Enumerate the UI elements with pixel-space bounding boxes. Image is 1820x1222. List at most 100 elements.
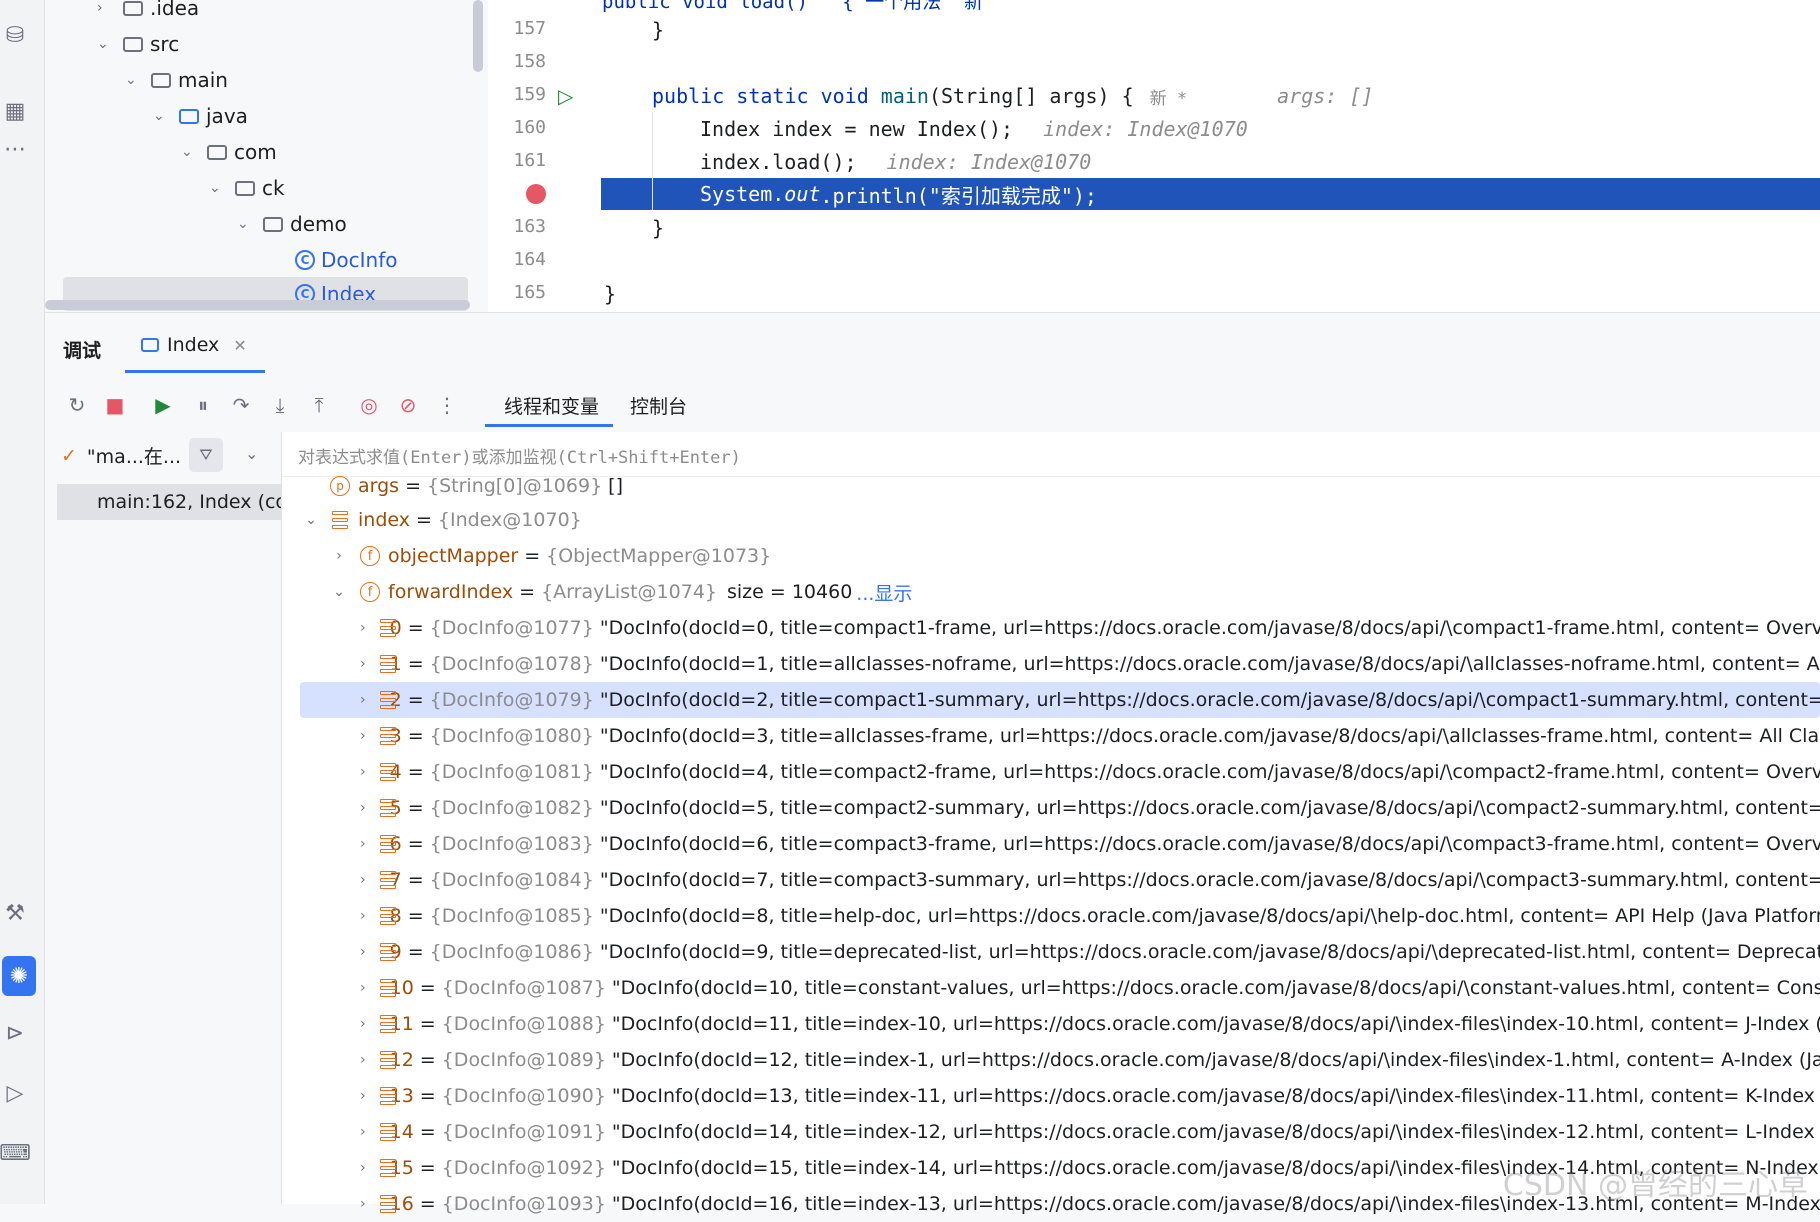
session-tab-underline [125, 370, 265, 373]
item-ref: {DocInfo@1089} [441, 1049, 606, 1071]
item-ref: {DocInfo@1086} [429, 941, 594, 963]
build-icon[interactable]: ⚒ [0, 898, 30, 928]
filter-icon[interactable]: ⛛ [189, 438, 223, 472]
list-item[interactable]: › 4 = {DocInfo@1081} "DocInfo(docId=4, title… [282, 754, 1820, 790]
tab-threads-variables[interactable]: 线程和变量 [504, 392, 599, 419]
list-item[interactable]: › 5 = {DocInfo@1082} "DocInfo(docId=5, title… [282, 790, 1820, 826]
show-link[interactable]: ...显示 [856, 579, 912, 606]
code-line-157: } [652, 18, 665, 42]
list-item[interactable]: › 9 = {DocInfo@1086} "DocInfo(docId=9, title… [282, 934, 1820, 970]
chevron-right-icon[interactable]: › [360, 980, 366, 996]
tree-item-com[interactable]: ⌄ com [181, 137, 277, 167]
debug-title: 调试 [63, 340, 102, 362]
item-ref: {DocInfo@1080} [429, 725, 594, 747]
step-over-icon[interactable]: ↷ [228, 392, 254, 418]
chevron-right-icon[interactable]: › [360, 656, 366, 672]
run-icon[interactable]: ▷ [0, 1078, 30, 1108]
tree-item-java[interactable]: ⌄ java [153, 101, 248, 131]
list-item[interactable]: › 12 = {DocInfo@1089} "DocInfo(docId=12, tit… [282, 1042, 1820, 1078]
step-out-icon[interactable]: ⤒ [306, 392, 332, 418]
tree-item-ck[interactable]: ⌄ ck [209, 173, 285, 203]
chevron-right-icon[interactable]: › [360, 1016, 366, 1032]
var-index[interactable]: ⌄ index = {Index@1070} [282, 502, 1820, 538]
chevron-down-icon: ⌄ [209, 180, 221, 196]
chevron-right-icon: › [97, 0, 103, 16]
item-ref: {DocInfo@1084} [429, 869, 594, 891]
chevron-right-icon[interactable]: › [360, 764, 366, 780]
thread-selector[interactable]: ✓ "ma...在... [61, 442, 181, 469]
list-item[interactable]: › 2 = {DocInfo@1079} "DocInfo(docId=2, title… [300, 682, 1820, 718]
var-forwardindex[interactable]: ⌄ f forwardIndex = {ArrayList@1074} size… [282, 574, 1820, 610]
more-icon[interactable]: ⋯ [0, 134, 30, 164]
list-item[interactable]: › 6 = {DocInfo@1083} "DocInfo(docId=6, title… [282, 826, 1820, 862]
item-ref: {DocInfo@1088} [441, 1013, 606, 1035]
chevron-right-icon[interactable]: › [360, 1088, 366, 1104]
chevron-right-icon[interactable]: › [360, 692, 366, 708]
chevron-down-icon[interactable]: ⌄ [332, 584, 346, 600]
tree-item-main[interactable]: ⌄ main [125, 65, 228, 95]
object-icon [332, 510, 348, 530]
list-item[interactable]: › 1 = {DocInfo@1078} "DocInfo(docId=1, title… [282, 646, 1820, 682]
list-item[interactable]: › 3 = {DocInfo@1080} "DocInfo(docId=3, title… [282, 718, 1820, 754]
chevron-right-icon[interactable]: › [360, 944, 366, 960]
class-icon: C [295, 250, 315, 270]
mute-breakpoints-icon[interactable]: ⊘ [395, 392, 421, 418]
rerun-icon[interactable]: ↻ [64, 392, 90, 418]
step-into-icon[interactable]: ⤓ [267, 392, 293, 418]
terminal-icon[interactable]: ⌨ [0, 1138, 31, 1168]
chevron-right-icon[interactable]: › [360, 620, 366, 636]
run-gutter-icon[interactable]: ▷ [558, 84, 573, 108]
stack-frame[interactable]: main:162, Index (com [57, 484, 281, 520]
code-editor[interactable] [488, 0, 1820, 312]
tree-scrollbar[interactable] [473, 0, 483, 72]
stop-icon[interactable]: ■ [102, 392, 128, 418]
chevron-down-icon[interactable]: ⌄ [304, 512, 318, 528]
var-args[interactable]: p args = {String[0]@1069} [] [282, 468, 1820, 504]
chevron-right-icon[interactable]: › [360, 1196, 366, 1212]
item-ref: {DocInfo@1077} [429, 617, 594, 639]
chevron-right-icon[interactable]: › [360, 836, 366, 852]
list-item[interactable]: › 11 = {DocInfo@1088} "DocInfo(docId=11, tit… [282, 1006, 1820, 1042]
tree-item-idea[interactable]: › .idea [97, 0, 199, 23]
structure-icon[interactable]: ▦ [0, 96, 30, 126]
more-icon[interactable]: ⋮ [434, 392, 460, 418]
chevron-right-icon[interactable]: › [360, 800, 366, 816]
chevron-right-icon[interactable]: › [360, 872, 366, 888]
resume-icon[interactable]: ▶ [150, 392, 176, 418]
tree-horizontal-scrollbar[interactable] [45, 300, 470, 310]
item-ref: {DocInfo@1081} [429, 761, 594, 783]
line-number: 158 [513, 51, 546, 72]
item-value: "DocInfo(docId=9, title=deprecated-list,… [599, 941, 1820, 963]
list-item[interactable]: › 13 = {DocInfo@1090} "DocInfo(docId=13, tit… [282, 1078, 1820, 1114]
list-item[interactable]: › 7 = {DocInfo@1084} "DocInfo(docId=7, title… [282, 862, 1820, 898]
tree-item-demo[interactable]: ⌄ demo [237, 209, 347, 239]
pause-icon[interactable]: ⏸ [190, 392, 216, 418]
services-icon[interactable]: ⊳ [0, 1018, 30, 1048]
view-breakpoints-icon[interactable]: ◎ [356, 392, 382, 418]
item-value: "DocInfo(docId=10, title=constant-values… [611, 977, 1820, 999]
session-tab-index[interactable]: Index ✕ [141, 334, 247, 356]
chevron-down-icon[interactable]: ⌄ [245, 444, 258, 463]
list-item[interactable]: › 8 = {DocInfo@1085} "DocInfo(docId=8, title… [282, 898, 1820, 934]
chevron-right-icon[interactable]: › [360, 1124, 366, 1140]
chevron-right-icon[interactable]: › [360, 1052, 366, 1068]
tab-console[interactable]: 控制台 [630, 392, 687, 419]
breakpoint-icon[interactable] [526, 184, 546, 204]
chevron-right-icon[interactable]: › [360, 728, 366, 744]
item-ref: {DocInfo@1083} [429, 833, 594, 855]
tree-item-src[interactable]: ⌄ src [97, 29, 179, 59]
var-objectmapper[interactable]: › f objectMapper = {ObjectMapper@1073} [282, 538, 1820, 574]
line-number: 165 [513, 282, 546, 303]
chevron-right-icon[interactable]: › [360, 908, 366, 924]
chevron-right-icon[interactable]: › [360, 1160, 366, 1176]
database-icon[interactable]: ⛁ [0, 20, 30, 50]
list-item[interactable]: › 10 = {DocInfo@1087} "DocInfo(docId=10, tit… [282, 970, 1820, 1006]
chevron-right-icon[interactable]: › [332, 548, 346, 564]
close-icon[interactable]: ✕ [233, 336, 246, 355]
subtab-underline [485, 424, 613, 427]
debug-icon[interactable]: ✺ [2, 956, 36, 996]
list-item[interactable]: › 14 = {DocInfo@1091} "DocInfo(docId=14, tit… [282, 1114, 1820, 1150]
list-item[interactable]: › 0 = {DocInfo@1077} "DocInfo(docId=0, title… [282, 610, 1820, 646]
tree-item-docinfo[interactable]: C DocInfo [295, 245, 397, 275]
parameter-icon: p [330, 476, 350, 496]
